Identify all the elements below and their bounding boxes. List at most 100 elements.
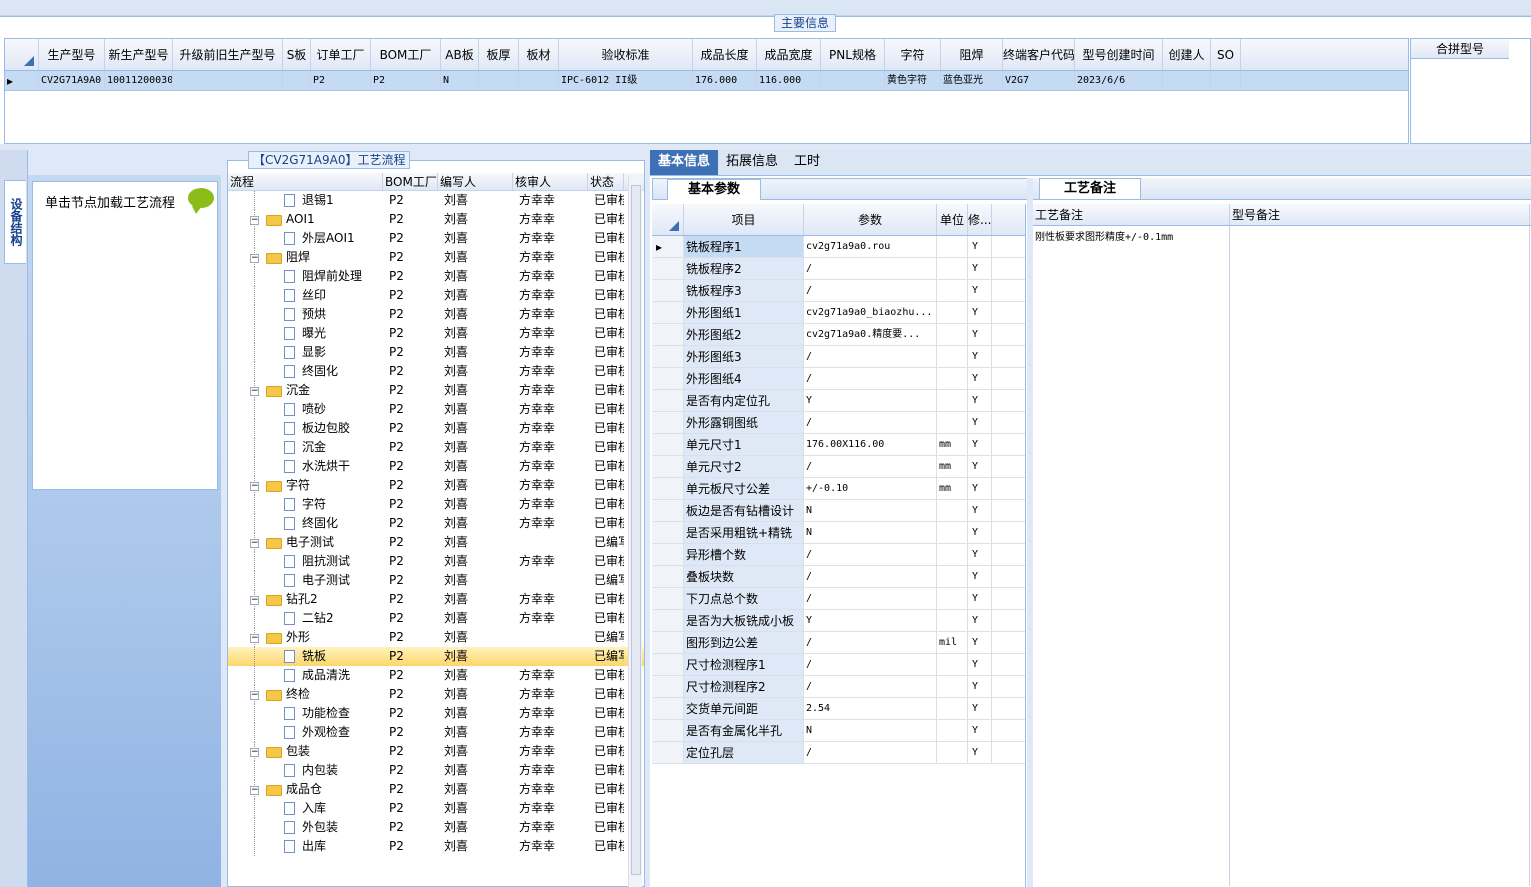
main-cell[interactable] xyxy=(821,71,885,90)
param-row[interactable]: 图形到边公差 / mil Y xyxy=(652,632,1025,654)
param-row[interactable]: 单元尺寸1 176.00X116.00 mm Y xyxy=(652,434,1025,456)
param-value[interactable]: N xyxy=(804,522,937,543)
tree-row[interactable]: − 终检 P2 刘喜 方幸幸 已审核 xyxy=(228,685,644,704)
collapse-icon[interactable]: − xyxy=(250,596,259,605)
main-col-header[interactable]: AB板 xyxy=(441,39,479,70)
tree-col-header[interactable]: 流程 xyxy=(228,173,383,190)
main-cell[interactable]: P2 xyxy=(371,71,441,90)
param-row[interactable]: 外形图纸2 cv2g71a9a0.精度要... Y xyxy=(652,324,1025,346)
param-row[interactable]: 铣板程序2/ Y xyxy=(652,258,1025,280)
tree-row[interactable]: − 钻孔2 P2 刘喜 方幸幸 已审核 xyxy=(228,590,644,609)
main-cell[interactable]: 2023/6/6 xyxy=(1075,71,1163,90)
collapse-icon[interactable]: − xyxy=(250,254,259,263)
main-col-header[interactable]: 生产型号 xyxy=(39,39,105,70)
tree-col-header[interactable]: BOM工厂 xyxy=(383,173,438,190)
main-col-header[interactable]: 成品长度 xyxy=(693,39,757,70)
tree-row[interactable]: 电子测试 P2 刘喜 已编写 xyxy=(228,571,644,590)
main-col-header[interactable]: 升级前旧生产型号 xyxy=(173,39,283,70)
tree-node[interactable]: 曝光 xyxy=(228,324,383,343)
param-row[interactable]: 异形槽个数 / Y xyxy=(652,544,1025,566)
main-col-header[interactable]: 成品宽度 xyxy=(757,39,821,70)
tree-row[interactable]: 内包装 P2 刘喜 方幸幸 已审核 xyxy=(228,761,644,780)
tree-row[interactable]: 功能检查 P2 刘喜 方幸幸 已审核 xyxy=(228,704,644,723)
tree-row[interactable]: 终固化 P2 刘喜 方幸幸 已审核 xyxy=(228,514,644,533)
tree-row[interactable]: − 外形 P2 刘喜 已编写 xyxy=(228,628,644,647)
main-col-header[interactable]: 板材 xyxy=(519,39,559,70)
main-col-header[interactable]: 型号创建时间 xyxy=(1075,39,1163,70)
main-col-header[interactable]: BOM工厂 xyxy=(371,39,441,70)
param-row[interactable]: 单元板尺寸公差 +/-0.10 mm Y xyxy=(652,478,1025,500)
param-value[interactable]: / xyxy=(804,654,937,675)
tree-node[interactable]: 功能检查 xyxy=(228,704,383,723)
tree-row[interactable]: 丝印 P2 刘喜 方幸幸 已审核 xyxy=(228,286,644,305)
main-cell[interactable]: V2G7 xyxy=(1003,71,1075,90)
tree-node[interactable]: 水洗烘干 xyxy=(228,457,383,476)
collapse-icon[interactable]: − xyxy=(250,691,259,700)
param-row[interactable]: 尺寸检测程序1/ Y xyxy=(652,654,1025,676)
tree-node[interactable]: 出库 xyxy=(228,837,383,856)
tree-row[interactable]: 水洗烘干 P2 刘喜 方幸幸 已审核 xyxy=(228,457,644,476)
tree-node[interactable]: 内包装 xyxy=(228,761,383,780)
param-value[interactable]: 2.54 xyxy=(804,698,937,719)
collapse-icon[interactable]: − xyxy=(250,786,259,795)
param-value[interactable]: / xyxy=(804,588,937,609)
param-row[interactable]: 是否为大板铣成小板 Y Y xyxy=(652,610,1025,632)
main-cell[interactable] xyxy=(283,71,311,90)
main-cell[interactable] xyxy=(519,71,559,90)
param-row[interactable]: 叠板块数 / Y xyxy=(652,566,1025,588)
main-cell[interactable]: 黄色字符 xyxy=(885,71,941,90)
param-row[interactable]: 外形露铜图纸 / Y xyxy=(652,412,1025,434)
main-cell[interactable] xyxy=(173,71,283,90)
param-col-header[interactable]: 单位 xyxy=(937,204,968,235)
param-row[interactable]: 下刀点总个数 / Y xyxy=(652,588,1025,610)
tree-node[interactable]: 外层AOI1 xyxy=(228,229,383,248)
main-col-header[interactable]: SO xyxy=(1211,39,1241,70)
main-col-header[interactable]: 验收标准 xyxy=(559,39,693,70)
main-col-header[interactable]: PNL规格 xyxy=(821,39,885,70)
tree-row[interactable]: 阻焊前处理 P2 刘喜 方幸幸 已审核 xyxy=(228,267,644,286)
collapse-icon[interactable]: − xyxy=(250,482,259,491)
tree-scroll-thumb[interactable] xyxy=(631,185,641,875)
main-col-header[interactable]: 板厚 xyxy=(479,39,519,70)
param-row[interactable]: ▸ 铣板程序1 cv2g71a9a0.rou Y xyxy=(652,236,1025,258)
tree-node[interactable]: − 成品仓 xyxy=(228,780,383,799)
collapse-icon[interactable]: − xyxy=(250,216,259,225)
tree-row[interactable]: 显影 P2 刘喜 方幸幸 已审核 xyxy=(228,343,644,362)
param-value[interactable]: / xyxy=(804,346,937,367)
main-col-header[interactable]: 订单工厂 xyxy=(311,39,371,70)
param-row[interactable]: 铣板程序3/ Y xyxy=(652,280,1025,302)
tree-node[interactable]: 板边包胶 xyxy=(228,419,383,438)
tree-node[interactable]: 二钻2 xyxy=(228,609,383,628)
param-col-header[interactable]: 项目 xyxy=(684,204,804,235)
main-cell[interactable] xyxy=(1211,71,1241,90)
param-value[interactable]: / xyxy=(804,258,937,279)
main-col-header[interactable]: 新生产型号 xyxy=(105,39,173,70)
param-value[interactable]: / xyxy=(804,412,937,433)
param-value[interactable]: cv2g71a9a0.rou xyxy=(804,236,937,257)
tab-work-hours[interactable]: 工时 xyxy=(786,150,828,175)
process-note-text[interactable]: 刚性板要求图形精度+/-0.1mm xyxy=(1033,226,1230,886)
tree-row[interactable]: 预烘 P2 刘喜 方幸幸 已审核 xyxy=(228,305,644,324)
tree-row[interactable]: − 成品仓 P2 刘喜 方幸幸 已审核 xyxy=(228,780,644,799)
collapse-icon[interactable]: − xyxy=(250,539,259,548)
tree-row[interactable]: 外包装 P2 刘喜 方幸幸 已审核 xyxy=(228,818,644,837)
tree-node[interactable]: − 电子测试 xyxy=(228,533,383,552)
param-value[interactable]: / xyxy=(804,544,937,565)
tree-row[interactable]: − 电子测试 P2 刘喜 已编写 xyxy=(228,533,644,552)
tree-node[interactable]: 喷砂 xyxy=(228,400,383,419)
param-value[interactable]: / xyxy=(804,566,937,587)
tree-node[interactable]: 丝印 xyxy=(228,286,383,305)
tab-device-structure[interactable]: 设备结构 xyxy=(4,180,26,264)
main-grid-row[interactable]: ▸CV2G71A9A010011200030347P2P2NIPC-6012 I… xyxy=(5,71,1408,91)
param-row[interactable]: 尺寸检测程序2/ Y xyxy=(652,676,1025,698)
main-cell[interactable]: 176.000 xyxy=(693,71,757,90)
param-row[interactable]: 单元尺寸2/mm Y xyxy=(652,456,1025,478)
main-cell[interactable]: P2 xyxy=(311,71,371,90)
tree-row[interactable]: 喷砂 P2 刘喜 方幸幸 已审核 xyxy=(228,400,644,419)
tree-node[interactable]: 铣板 xyxy=(228,647,383,666)
param-row[interactable]: 是否有内定位孔 Y Y xyxy=(652,390,1025,412)
tree-node[interactable]: 入库 xyxy=(228,799,383,818)
param-value[interactable]: / xyxy=(804,632,937,653)
collapse-icon[interactable]: − xyxy=(250,748,259,757)
main-cell[interactable] xyxy=(1163,71,1211,90)
